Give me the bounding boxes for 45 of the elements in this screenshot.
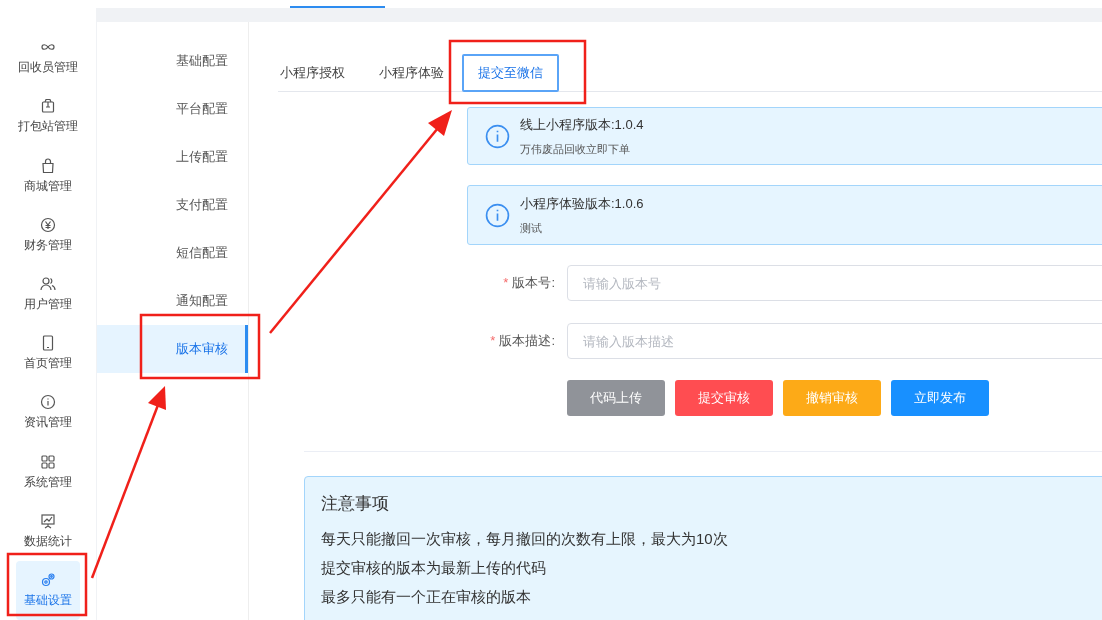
sidebar-item[interactable]: 系统管理 <box>16 442 80 502</box>
required-mark: * <box>490 333 496 348</box>
notice-text: 提交审核的版本为最新上传的代码 <box>321 559 546 578</box>
notice-title: 注意事项 <box>321 493 389 515</box>
users-icon <box>40 275 56 292</box>
field-label: 版本号: <box>512 275 555 290</box>
sidebar-item[interactable]: 数据统计 <box>16 501 80 561</box>
submenu-item[interactable]: 上传配置 <box>97 133 248 181</box>
gears-icon <box>40 571 56 588</box>
info-icon <box>40 394 56 411</box>
yen-icon <box>40 216 56 233</box>
info-icon <box>485 202 510 228</box>
input-field[interactable]: 请输入版本号 <box>567 265 1102 301</box>
sidebar-item[interactable]: 资讯管理 <box>16 383 80 443</box>
notice-text: 最多只能有一个正在审核的版本 <box>321 588 531 607</box>
alert-title: 小程序体验版本:1.0.6 <box>520 194 644 213</box>
sidebar-item[interactable]: 首页管理 <box>16 324 80 384</box>
submenu-item[interactable]: 短信配置 <box>97 229 248 277</box>
alert-description: 测试 <box>520 220 543 236</box>
submenu-item[interactable]: 平台配置 <box>97 85 248 133</box>
submenu-item[interactable]: 版本审核 <box>97 325 248 373</box>
tab[interactable]: 提交至微信 <box>462 53 559 92</box>
sidebar-item[interactable]: 打包站管理 <box>16 87 80 147</box>
sidebar-item[interactable]: 商城管理 <box>16 146 80 206</box>
tab[interactable]: 小程序体验 <box>363 55 460 90</box>
chart-icon <box>40 512 56 529</box>
alert-description: 万伟废品回收立即下单 <box>520 141 631 157</box>
required-mark: * <box>503 275 509 290</box>
sidebar-item[interactable]: 回收员管理 <box>16 28 80 88</box>
box-icon <box>40 98 56 115</box>
submenu-item[interactable]: 基础配置 <box>97 37 248 85</box>
field-label: 版本描述: <box>499 333 555 348</box>
sidebar-item[interactable]: 用户管理 <box>16 264 80 324</box>
submenu-item[interactable]: 支付配置 <box>97 181 248 229</box>
tab[interactable]: 小程序授权 <box>278 55 361 90</box>
input-field[interactable]: 请输入版本描述 <box>567 323 1102 359</box>
alert-title: 线上小程序版本:1.0.4 <box>520 115 644 134</box>
bag-icon <box>40 157 56 174</box>
sidebar-item[interactable]: 财务管理 <box>16 205 80 265</box>
phone-icon <box>40 335 56 352</box>
notice-text: 每天只能撤回一次审核，每月撤回的次数有上限，最大为10次 <box>321 530 728 549</box>
info-icon <box>485 123 510 149</box>
grid-icon <box>40 453 56 470</box>
sidebar-item[interactable]: 基础设置 <box>16 560 80 620</box>
submenu-item[interactable]: 通知配置 <box>97 277 248 325</box>
